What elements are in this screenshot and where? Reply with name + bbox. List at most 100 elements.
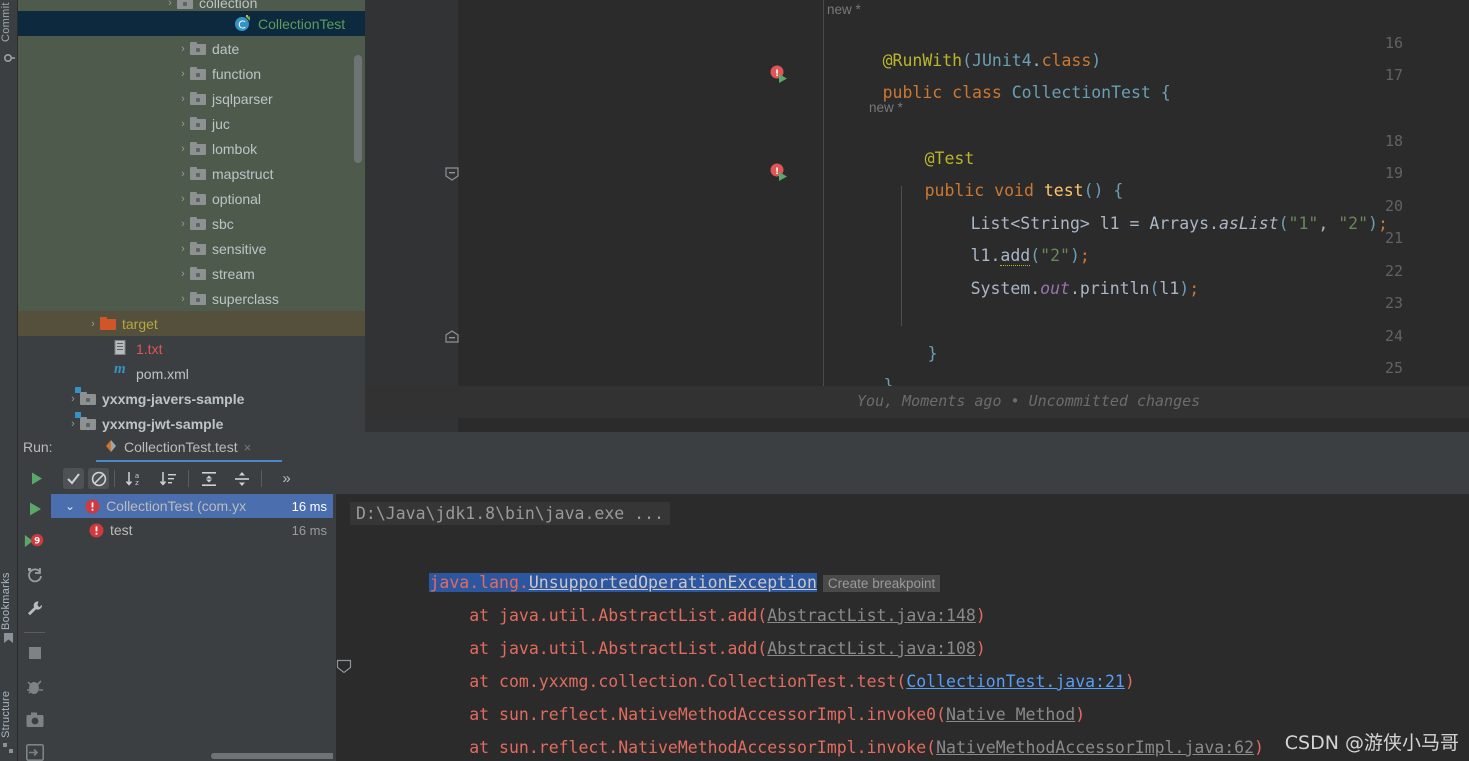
test-toolbar: az » Tests failed: 1 of 1 test – 16 ms [18, 462, 1469, 515]
tree-item-lombok[interactable]: › lombok [18, 136, 365, 161]
tree-item-jsqlparser[interactable]: › jsqlparser [18, 86, 365, 111]
chevron-right-icon[interactable]: › [176, 193, 190, 205]
toolbar-separator [188, 470, 189, 487]
tree-item-pomxml[interactable]: m pom.xml [18, 361, 365, 386]
run-button[interactable] [24, 498, 45, 519]
run-test-gutter-icon[interactable]: ! [770, 163, 787, 181]
tree-item-mapstruct[interactable]: › mapstruct [18, 161, 365, 186]
tree-item-1txt[interactable]: 1.txt [18, 336, 365, 361]
tool-tab-commit[interactable]: Commit [0, 2, 18, 42]
console-command-line: D:\Java\jdk1.8\bin\java.exe ... [350, 502, 670, 525]
chevron-right-icon[interactable]: › [176, 68, 190, 80]
tree-item-superclass[interactable]: › superclass [18, 286, 365, 311]
tree-item-label: collection [199, 0, 258, 11]
tree-item-label: yxxmg-jwt-sample [102, 415, 224, 432]
tree-item-collectiontest[interactable]: C CollectionTest [18, 11, 365, 36]
line-number: 24 [1384, 327, 1403, 345]
screenshot-camera-icon[interactable] [24, 709, 45, 730]
run-label: Run: [23, 439, 53, 455]
code-fold-end-icon[interactable] [445, 329, 459, 343]
run-tool-window: Run: CollectionTest.test × az » 9 ⌄ Coll… [18, 432, 1469, 761]
tree-item-function[interactable]: › function [18, 61, 365, 86]
chevron-right-icon[interactable]: › [176, 118, 190, 130]
export-test-results-button[interactable] [24, 742, 45, 761]
tree-item-sensitive[interactable]: › sensitive [18, 236, 365, 261]
chevron-right-icon[interactable]: › [86, 318, 100, 330]
chevron-down-icon[interactable]: ⌄ [65, 499, 75, 513]
show-passed-toggle[interactable] [63, 468, 84, 489]
show-ignored-toggle[interactable] [88, 468, 109, 489]
chevron-right-icon[interactable]: › [176, 93, 190, 105]
tree-item-label: stream [212, 265, 255, 282]
chevron-right-icon[interactable]: › [66, 393, 80, 405]
debug-button[interactable]: 9 [24, 530, 45, 551]
test-tree-scrollbar[interactable] [211, 753, 333, 759]
tree-item-yxxmg-javers-sample[interactable]: › yxxmg-javers-sample [18, 386, 365, 411]
tree-item-juc[interactable]: › juc [18, 111, 365, 136]
ide-window: Commit Bookmarks Structure › collection [0, 0, 1469, 761]
mute-breakpoints-button[interactable] [24, 676, 45, 697]
rerun-failed-tests-button[interactable] [24, 564, 45, 585]
code-editor[interactable]: 16 17 18 19 20 21 22 23 24 25 26 ! ! [365, 0, 1469, 432]
test-tree-label: test [110, 522, 133, 538]
sort-by-duration-button[interactable] [157, 468, 178, 489]
tool-tab-structure[interactable]: Structure [0, 660, 18, 738]
error-icon [85, 498, 100, 515]
folder-orange-icon [100, 317, 117, 330]
tree-item-label: sbc [212, 215, 234, 232]
test-tree-row-test[interactable]: test 16 ms [51, 518, 333, 542]
bookmark-icon [3, 632, 15, 644]
console-output[interactable]: D:\Java\jdk1.8\bin\java.exe ... java.lan… [336, 494, 1469, 761]
expand-all-button[interactable] [198, 468, 219, 489]
test-config-icon [104, 439, 118, 456]
test-tree-label: CollectionTest (com.yx [106, 498, 247, 514]
project-tree[interactable]: › collection C CollectionTest › date › f… [18, 0, 365, 432]
text-file-icon [114, 340, 131, 355]
tree-item-sbc[interactable]: › sbc [18, 211, 365, 236]
stack-frame-line[interactable]: at sun.reflect.NativeMethodAccessorImpl.… [350, 719, 1264, 761]
collapse-all-button[interactable] [231, 468, 252, 489]
tool-tab-bookmarks[interactable]: Bookmarks [0, 550, 18, 630]
stop-button[interactable] [24, 642, 45, 663]
tree-item-target[interactable]: › target [18, 311, 365, 336]
chevron-right-icon[interactable]: › [176, 268, 190, 280]
run-tab-collectiontest-test[interactable]: CollectionTest.test × [96, 432, 259, 462]
project-tree-scrollbar[interactable] [354, 55, 362, 163]
tree-item-label: CollectionTest [258, 15, 346, 32]
code-fold-open-icon[interactable] [445, 166, 459, 181]
svg-text:C: C [238, 19, 246, 32]
chevron-right-icon[interactable]: › [66, 418, 80, 430]
tree-item-yxxmg-jwt-sample[interactable]: › yxxmg-jwt-sample [18, 411, 365, 432]
settings-wrench-icon[interactable] [24, 598, 45, 619]
chevron-right-icon[interactable]: › [176, 43, 190, 55]
java-class-icon: C [234, 15, 253, 32]
test-tree-row-collectiontest[interactable]: ⌄ CollectionTest (com.yx 16 ms [51, 494, 333, 518]
line-number: 16 [1384, 34, 1403, 52]
toolbar-separator [114, 470, 115, 487]
tree-item-label: superclass [212, 290, 279, 307]
chevron-right-icon[interactable]: › [176, 143, 190, 155]
editor-gutter[interactable] [365, 0, 458, 432]
tree-item-stream[interactable]: › stream [18, 261, 365, 286]
tree-item-optional[interactable]: › optional [18, 186, 365, 211]
folder-icon [190, 117, 207, 130]
tree-item-date[interactable]: › date [18, 36, 365, 61]
run-test-gutter-icon[interactable]: ! [770, 65, 787, 83]
code-line-17[interactable]: public class CollectionTest { [823, 64, 1171, 121]
folder-icon [177, 0, 194, 9]
stack-link[interactable]: NativeMethodAccessorImpl.java:62 [936, 738, 1254, 757]
vcs-blame-text: You, Moments ago • Uncommitted changes [857, 392, 1201, 410]
chevron-right-icon[interactable]: › [176, 218, 190, 230]
chevron-right-icon[interactable]: › [163, 0, 177, 9]
chevron-right-icon[interactable]: › [176, 293, 190, 305]
test-results-tree[interactable]: ⌄ CollectionTest (com.yx 16 ms test 16 m… [51, 494, 333, 761]
run-tab-label: CollectionTest.test [124, 439, 238, 455]
chevron-right-icon[interactable]: › [176, 243, 190, 255]
close-icon[interactable]: × [244, 440, 252, 455]
rerun-tests-button[interactable] [26, 468, 47, 489]
tree-item-label: sensitive [212, 240, 267, 257]
toolbar-overflow-button[interactable]: » [276, 468, 297, 489]
code-line-22[interactable]: System.out.println(l1); [911, 260, 1200, 317]
sort-alphabetically-button[interactable]: az [123, 468, 144, 489]
chevron-right-icon[interactable]: › [176, 168, 190, 180]
